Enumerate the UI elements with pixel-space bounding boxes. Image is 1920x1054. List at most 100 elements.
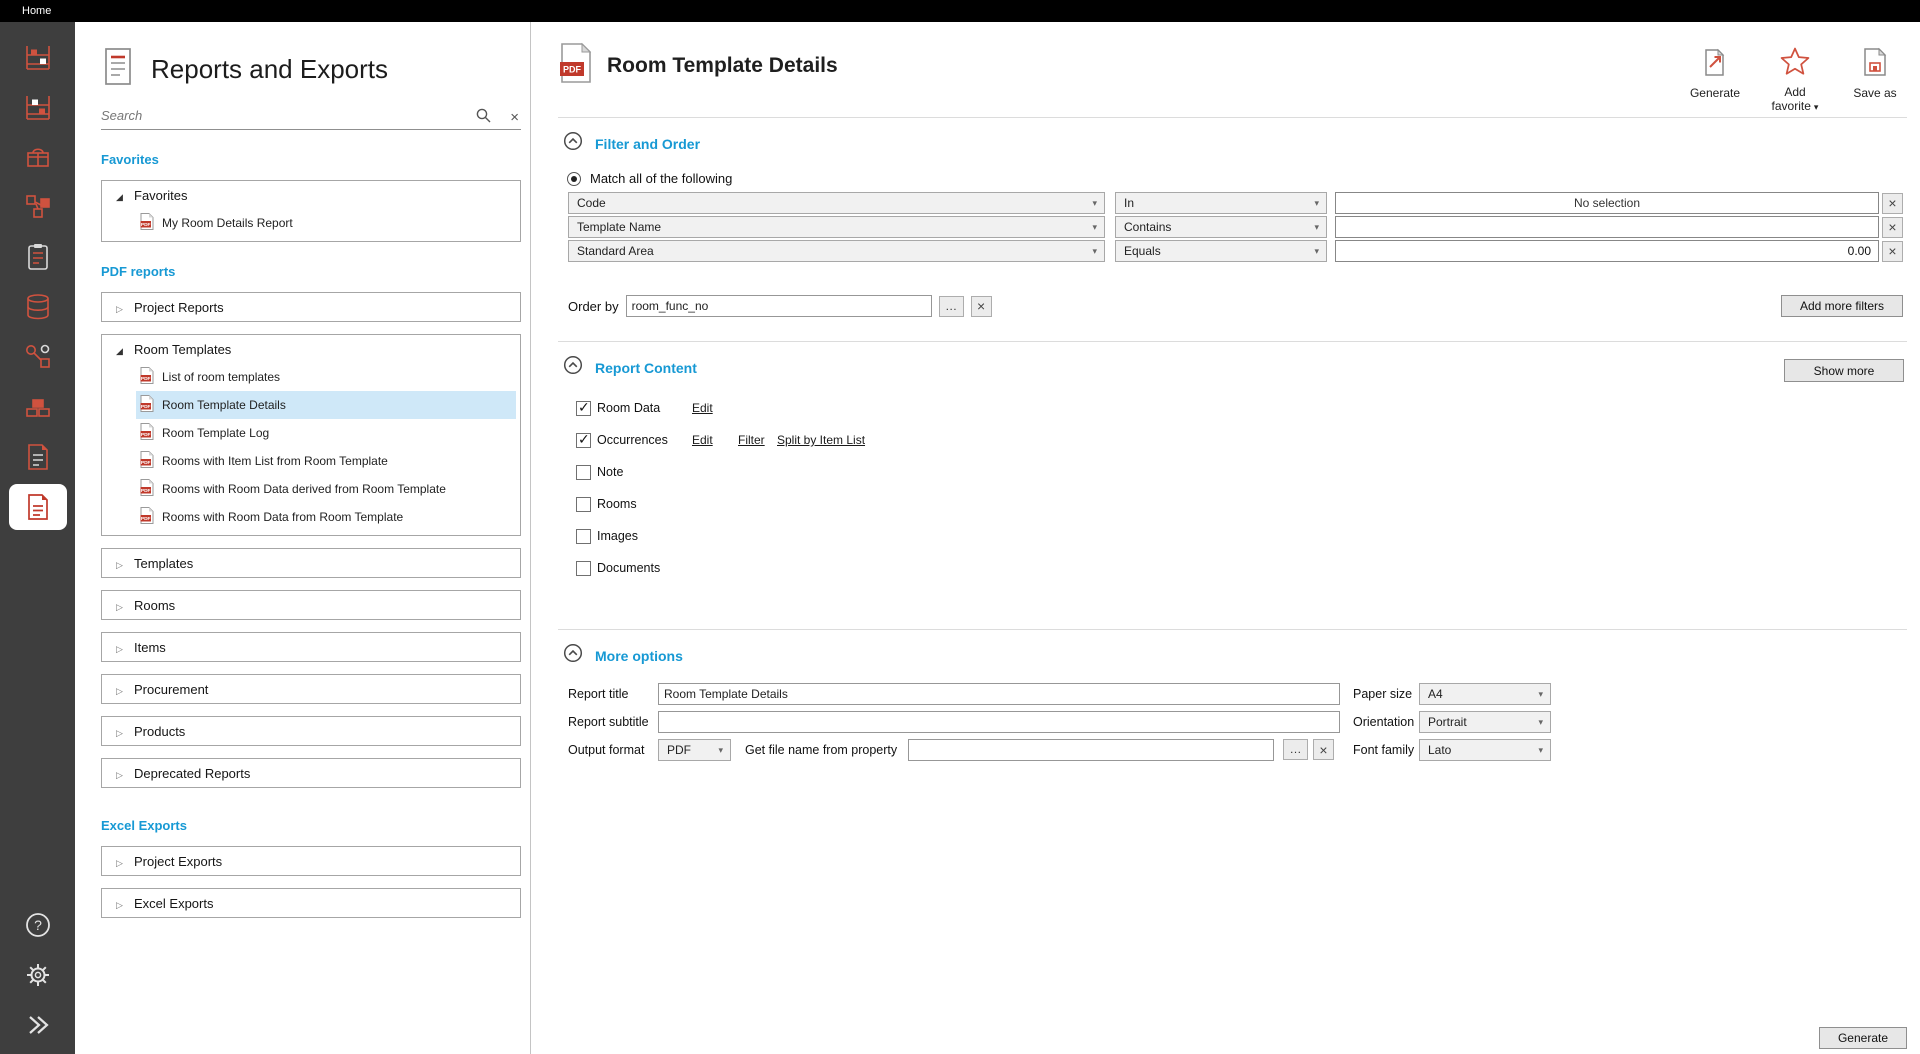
group-header-deprecated-reports[interactable]: Deprecated Reports bbox=[102, 759, 520, 787]
edit-link[interactable]: Edit bbox=[692, 401, 713, 415]
save-as-icon bbox=[1861, 46, 1889, 83]
excel-exports-section-label: Excel Exports bbox=[101, 818, 521, 833]
collapsed-triangle-icon[interactable] bbox=[114, 640, 125, 655]
filename-clear-button[interactable] bbox=[1313, 739, 1334, 760]
collapsed-triangle-icon[interactable] bbox=[114, 724, 125, 739]
group-header-project-reports[interactable]: Project Reports bbox=[102, 293, 520, 321]
report-item[interactable]: PDF Rooms with Item List from Room Templ… bbox=[136, 447, 516, 475]
occurrences-checkbox[interactable] bbox=[576, 433, 591, 448]
workflow-icon[interactable] bbox=[9, 332, 67, 382]
group-header-room-templates[interactable]: Room Templates bbox=[102, 335, 520, 363]
collapsed-triangle-icon[interactable] bbox=[114, 896, 125, 911]
report-item[interactable]: PDF Rooms with Room Data derived from Ro… bbox=[136, 475, 516, 503]
images-checkbox[interactable] bbox=[576, 529, 591, 544]
svg-text:PDF: PDF bbox=[141, 516, 151, 522]
collapse-section-icon[interactable] bbox=[563, 355, 583, 380]
help-icon[interactable]: ? bbox=[9, 906, 67, 944]
report-item[interactable]: PDF List of room templates bbox=[136, 363, 516, 391]
group-header-favorites[interactable]: Favorites bbox=[102, 181, 520, 209]
filter-operator-select[interactable]: Equals bbox=[1115, 240, 1327, 262]
add-more-filters-button[interactable]: Add more filters bbox=[1781, 295, 1903, 317]
orientation-select[interactable]: Portrait bbox=[1419, 711, 1551, 733]
group-header-items[interactable]: Items bbox=[102, 633, 520, 661]
collapsed-triangle-icon[interactable] bbox=[114, 854, 125, 869]
show-more-button[interactable]: Show more bbox=[1784, 359, 1904, 382]
search-input[interactable] bbox=[101, 102, 431, 128]
database-icon[interactable] bbox=[9, 282, 67, 332]
filter-field-select[interactable]: Code bbox=[568, 192, 1105, 214]
group-header-procurement[interactable]: Procurement bbox=[102, 675, 520, 703]
components-icon[interactable] bbox=[9, 182, 67, 232]
collapsed-triangle-icon[interactable] bbox=[114, 598, 125, 613]
generate-tool-button[interactable]: Generate bbox=[1686, 46, 1744, 100]
match-all-label: Match all of the following bbox=[590, 171, 732, 186]
remove-filter-button[interactable] bbox=[1882, 241, 1903, 262]
order-by-browse-button[interactable] bbox=[939, 296, 964, 317]
storage-rack-alt-icon[interactable] bbox=[9, 82, 67, 132]
collapse-rail-icon[interactable] bbox=[9, 1006, 67, 1044]
group-header-products[interactable]: Products bbox=[102, 717, 520, 745]
clipboard-icon[interactable] bbox=[9, 232, 67, 282]
match-all-radio[interactable] bbox=[567, 172, 581, 186]
report-title-input[interactable] bbox=[658, 683, 1340, 705]
svg-text:PDF: PDF bbox=[141, 488, 151, 494]
search-icon[interactable] bbox=[475, 107, 492, 129]
expanded-triangle-icon[interactable] bbox=[114, 342, 125, 357]
room-data-checkbox[interactable] bbox=[576, 401, 591, 416]
remove-filter-button[interactable] bbox=[1882, 193, 1903, 214]
filter-value-field[interactable]: 0.00 bbox=[1335, 240, 1879, 262]
group-header-project-exports[interactable]: Project Exports bbox=[102, 847, 520, 875]
reports-icon[interactable] bbox=[9, 484, 67, 530]
output-format-select[interactable]: PDF bbox=[658, 739, 731, 761]
remove-filter-button[interactable] bbox=[1882, 217, 1903, 238]
collapsed-triangle-icon[interactable] bbox=[114, 766, 125, 781]
order-by-clear-button[interactable] bbox=[971, 296, 992, 317]
settings-gear-icon[interactable] bbox=[9, 956, 67, 994]
expanded-triangle-icon[interactable] bbox=[114, 188, 125, 203]
font-family-select[interactable]: Lato bbox=[1419, 739, 1551, 761]
filter-operator-select[interactable]: In bbox=[1115, 192, 1327, 214]
clear-search-icon[interactable]: × bbox=[510, 111, 519, 125]
document-icon[interactable] bbox=[9, 432, 67, 482]
report-item-my-room-details[interactable]: PDF My Room Details Report bbox=[136, 209, 516, 237]
edit-link[interactable]: Edit bbox=[692, 433, 713, 447]
svg-text:PDF: PDF bbox=[563, 65, 582, 75]
report-item[interactable]: PDF Room Template Log bbox=[136, 419, 516, 447]
filter-value-field[interactable]: No selection bbox=[1335, 192, 1879, 214]
filter-value-field[interactable] bbox=[1335, 216, 1879, 238]
report-detail-pane: PDF Room Template Details Generate Add f… bbox=[531, 22, 1920, 1054]
report-item[interactable]: PDF Rooms with Room Data from Room Templ… bbox=[136, 503, 516, 531]
group-rooms: Rooms bbox=[101, 590, 521, 620]
filename-property-input[interactable] bbox=[908, 739, 1274, 761]
rooms-checkbox[interactable] bbox=[576, 497, 591, 512]
collapse-section-icon[interactable] bbox=[563, 131, 583, 156]
filter-field-select[interactable]: Standard Area bbox=[568, 240, 1105, 262]
split-by-item-list-link[interactable]: Split by Item List bbox=[777, 433, 865, 447]
report-item-selected[interactable]: PDF Room Template Details bbox=[136, 391, 516, 419]
collapse-section-icon[interactable] bbox=[563, 643, 583, 668]
filename-browse-button[interactable] bbox=[1283, 739, 1308, 760]
bricks-icon[interactable] bbox=[9, 382, 67, 432]
pdf-file-icon: PDF bbox=[140, 395, 154, 415]
section-title: More options bbox=[595, 648, 683, 664]
note-checkbox[interactable] bbox=[576, 465, 591, 480]
paper-size-select[interactable]: A4 bbox=[1419, 683, 1551, 705]
content-option-row: Occurrences Edit Filter Split by Item Li… bbox=[568, 432, 1268, 464]
order-by-input[interactable] bbox=[626, 295, 932, 317]
collapsed-triangle-icon[interactable] bbox=[114, 300, 125, 315]
collapsed-triangle-icon[interactable] bbox=[114, 556, 125, 571]
filter-field-select[interactable]: Template Name bbox=[568, 216, 1105, 238]
group-header-excel-exports[interactable]: Excel Exports bbox=[102, 889, 520, 917]
storage-rack-icon[interactable] bbox=[9, 32, 67, 82]
collapsed-triangle-icon[interactable] bbox=[114, 682, 125, 697]
package-icon[interactable] bbox=[9, 132, 67, 182]
group-header-rooms[interactable]: Rooms bbox=[102, 591, 520, 619]
report-subtitle-input[interactable] bbox=[658, 711, 1340, 733]
save-as-tool-button[interactable]: Save as bbox=[1846, 46, 1904, 100]
group-header-templates[interactable]: Templates bbox=[102, 549, 520, 577]
filter-link[interactable]: Filter bbox=[738, 433, 765, 447]
documents-checkbox[interactable] bbox=[576, 561, 591, 576]
add-favorite-tool-button[interactable]: Add favorite bbox=[1766, 46, 1824, 114]
generate-button[interactable]: Generate bbox=[1819, 1027, 1907, 1049]
filter-operator-select[interactable]: Contains bbox=[1115, 216, 1327, 238]
